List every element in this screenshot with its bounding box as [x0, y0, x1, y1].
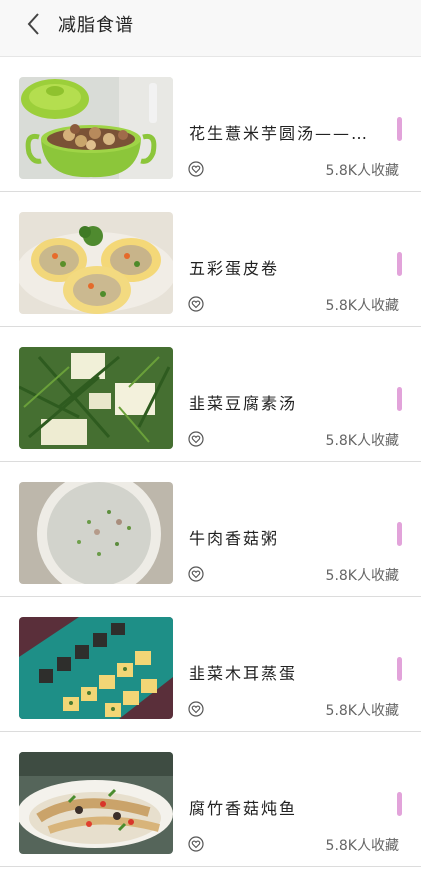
- recipe-item[interactable]: 花生薏米芋圆汤——… 5.8K人收藏: [0, 57, 421, 192]
- accent-bar: [397, 792, 402, 816]
- recipe-item[interactable]: 五彩蛋皮卷 5.8K人收藏: [0, 192, 421, 327]
- header-bar: 减脂食谱: [0, 0, 421, 57]
- recipe-name: 韭菜豆腐素汤: [189, 394, 298, 413]
- beef-porridge-photo: [19, 482, 173, 584]
- recipe-name: 腐竹香菇炖鱼: [189, 799, 298, 818]
- steamed-egg-photo: [19, 617, 173, 719]
- heart-icon[interactable]: [188, 836, 204, 852]
- page-title: 减脂食谱: [58, 15, 134, 36]
- peanut-soup-pot-photo: [19, 77, 173, 179]
- tofu-soup-photo: [19, 347, 173, 449]
- heart-icon[interactable]: [188, 431, 204, 447]
- heart-icon[interactable]: [188, 701, 204, 717]
- heart-icon[interactable]: [188, 566, 204, 582]
- favorite-count: 5.8K人收藏: [325, 163, 399, 179]
- heart-icon[interactable]: [188, 296, 204, 312]
- recipe-list: 花生薏米芋圆汤——… 5.8K人收藏 五彩蛋皮卷 5.8K人收藏 韭菜豆腐素汤 …: [0, 57, 421, 867]
- recipe-item[interactable]: 韭菜豆腐素汤 5.8K人收藏: [0, 327, 421, 462]
- favorite-count: 5.8K人收藏: [325, 433, 399, 449]
- recipe-item[interactable]: 韭菜木耳蒸蛋 5.8K人收藏: [0, 597, 421, 732]
- favorite-count: 5.8K人收藏: [325, 298, 399, 314]
- accent-bar: [397, 252, 402, 276]
- egg-roll-photo: [19, 212, 173, 314]
- accent-bar: [397, 522, 402, 546]
- recipe-name: 韭菜木耳蒸蛋: [189, 664, 298, 683]
- back-button[interactable]: [18, 9, 48, 39]
- favorite-count: 5.8K人收藏: [325, 568, 399, 584]
- recipe-item[interactable]: 牛肉香菇粥 5.8K人收藏: [0, 462, 421, 597]
- chevron-left-icon: [27, 13, 39, 35]
- accent-bar: [397, 117, 402, 141]
- accent-bar: [397, 387, 402, 411]
- heart-icon[interactable]: [188, 161, 204, 177]
- favorite-count: 5.8K人收藏: [325, 838, 399, 854]
- favorite-count: 5.8K人收藏: [325, 703, 399, 719]
- recipe-item[interactable]: 腐竹香菇炖鱼 5.8K人收藏: [0, 732, 421, 867]
- accent-bar: [397, 657, 402, 681]
- recipe-name: 牛肉香菇粥: [189, 529, 280, 548]
- recipe-name: 五彩蛋皮卷: [189, 259, 280, 278]
- fish-stew-photo: [19, 752, 173, 854]
- recipe-name: 花生薏米芋圆汤——…: [189, 124, 370, 143]
